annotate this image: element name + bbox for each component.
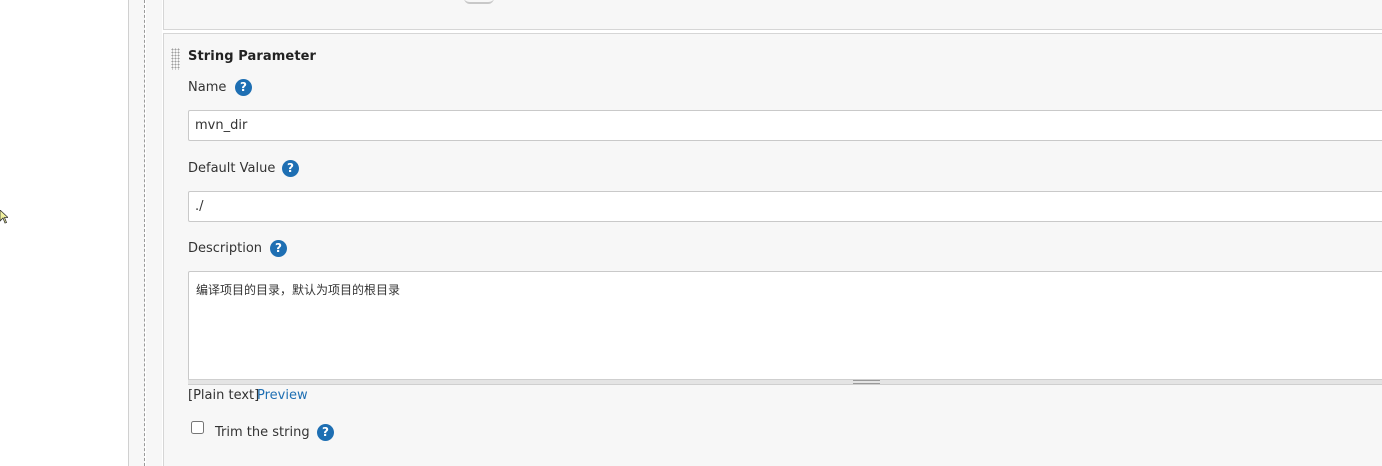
outer-gutter bbox=[129, 0, 145, 466]
inner-gutter bbox=[146, 0, 162, 466]
format-note: [Plain text] bbox=[188, 388, 260, 403]
description-label: Description bbox=[188, 241, 263, 256]
name-label: Name bbox=[188, 80, 227, 95]
dashed-nest-line bbox=[144, 0, 145, 466]
mouse-cursor-icon bbox=[0, 210, 8, 224]
default-value-label: Default Value bbox=[188, 161, 276, 176]
preview-link[interactable]: Preview bbox=[257, 388, 308, 403]
name-input[interactable] bbox=[188, 110, 1382, 141]
previous-parameter-block bbox=[163, 0, 1382, 30]
trim-checkbox[interactable] bbox=[191, 421, 204, 434]
left-panel bbox=[0, 0, 128, 466]
string-parameter-block bbox=[163, 33, 1382, 466]
default-value-input[interactable] bbox=[188, 191, 1382, 222]
question-circle-icon[interactable]: ? bbox=[282, 160, 299, 177]
textarea-resize-bar[interactable] bbox=[188, 379, 1382, 385]
drag-handle-icon[interactable] bbox=[171, 48, 180, 70]
previous-block-fragment bbox=[464, 0, 494, 4]
question-circle-icon[interactable]: ? bbox=[317, 424, 334, 441]
trim-label: Trim the string bbox=[215, 425, 310, 440]
question-circle-icon[interactable]: ? bbox=[270, 240, 287, 257]
question-circle-icon[interactable]: ? bbox=[235, 79, 252, 96]
block-title: String Parameter bbox=[188, 49, 317, 64]
page: String Parameter Name ? Default Value ? … bbox=[0, 0, 1382, 466]
description-textarea[interactable]: 编译项目的目录，默认为项目的根目录 bbox=[188, 271, 1382, 381]
resize-grip-icon[interactable] bbox=[853, 380, 880, 384]
